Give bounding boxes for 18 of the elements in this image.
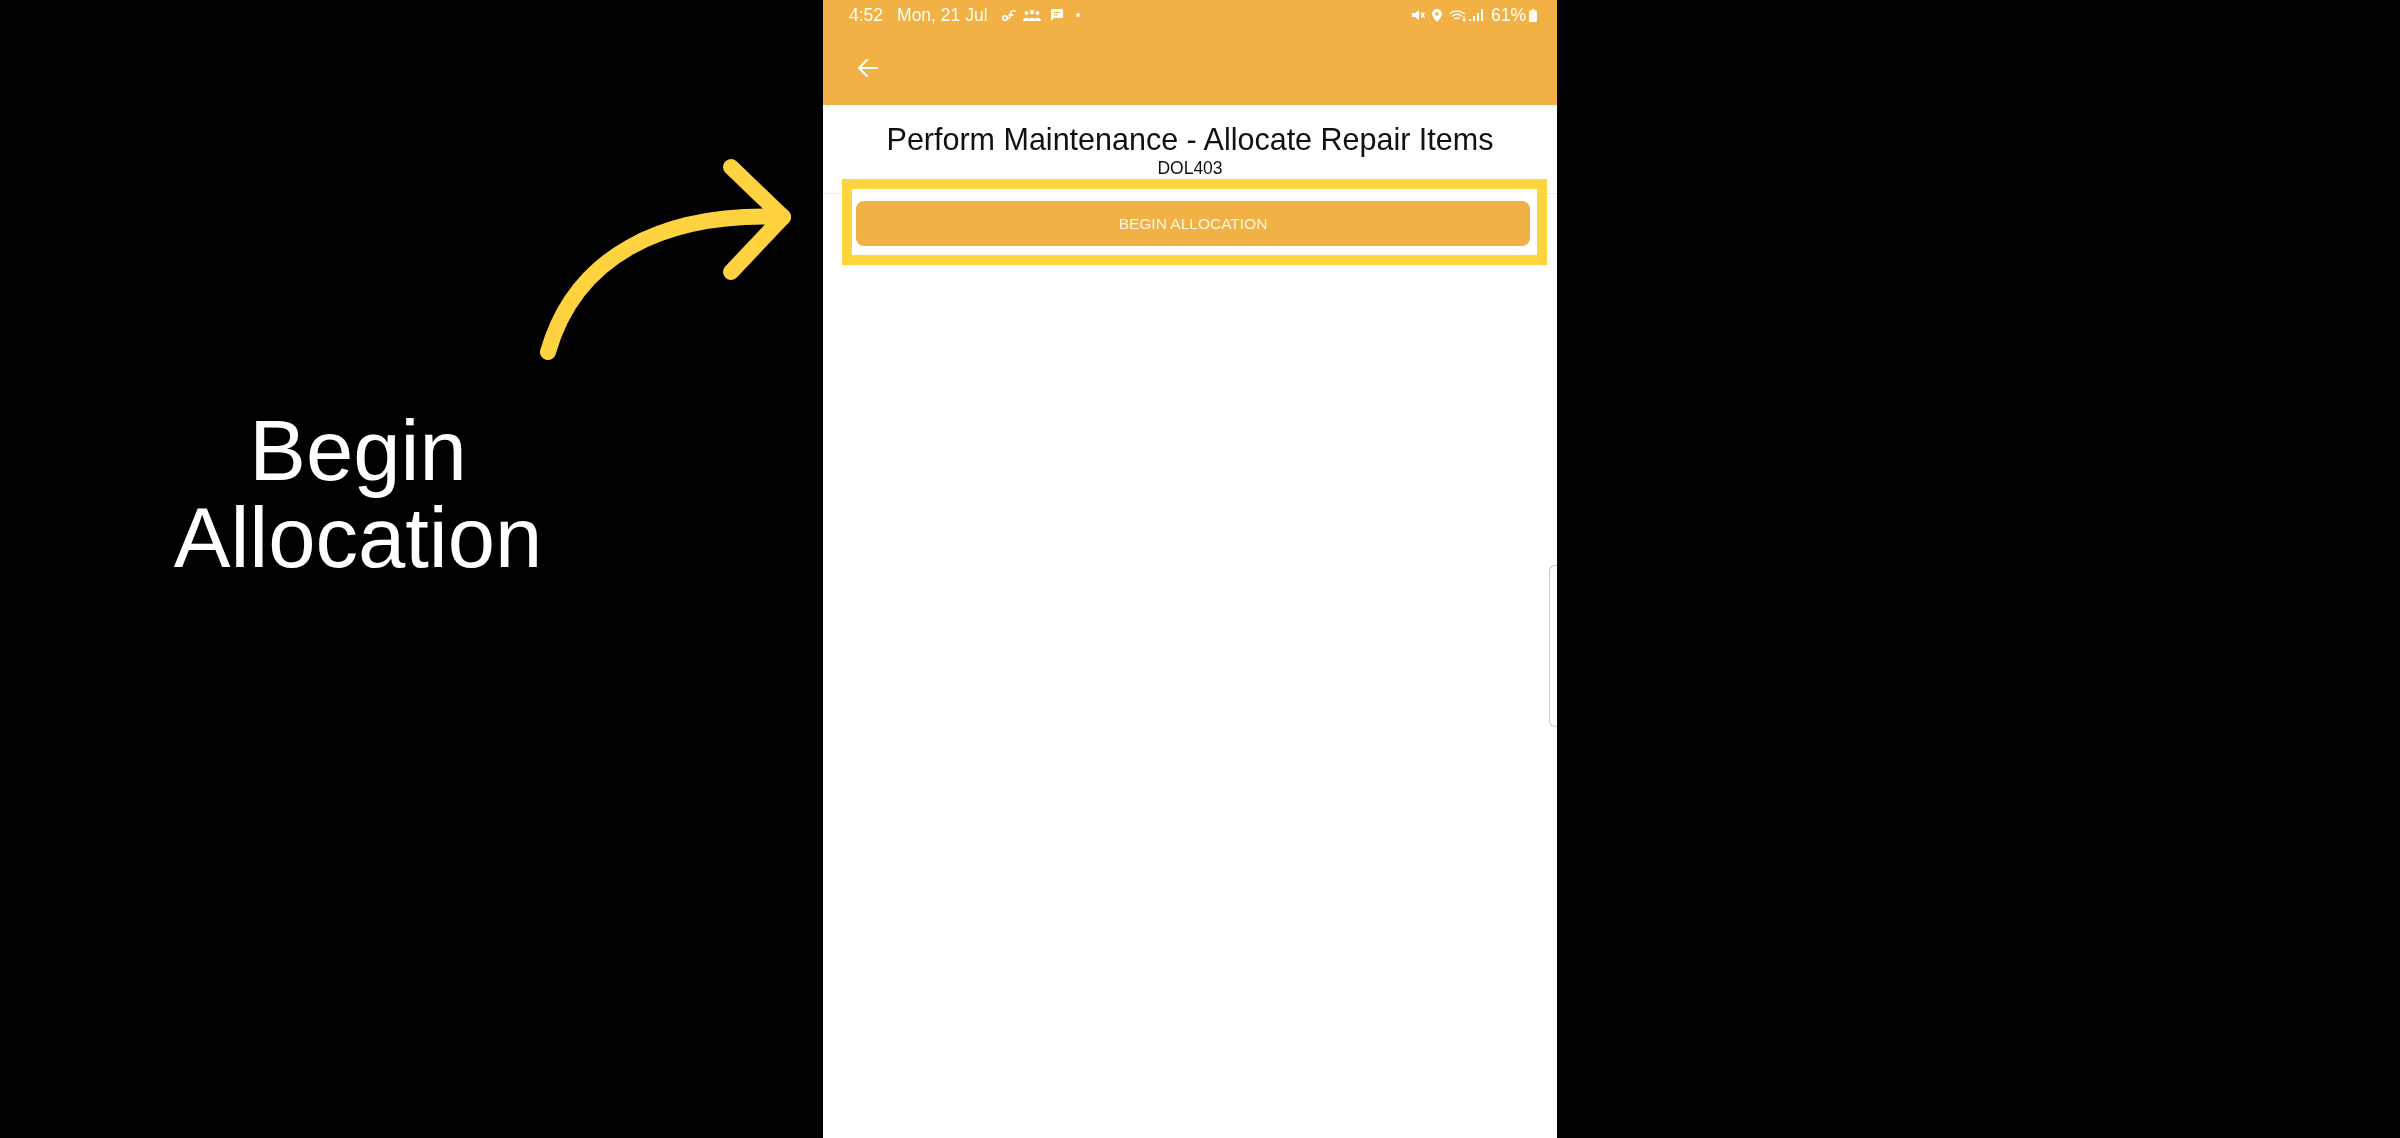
chat-icon	[1050, 9, 1063, 21]
battery-icon	[1529, 8, 1537, 22]
signal-icon	[1468, 9, 1483, 21]
annotation-caption: Begin Allocation	[172, 407, 544, 581]
page-title: Perform Maintenance - Allocate Repair Items	[885, 121, 1495, 157]
route-icon	[1001, 8, 1016, 22]
status-date: Mon, 21 Jul	[897, 4, 988, 26]
dot-icon	[1075, 13, 1080, 17]
status-time: 4:52	[849, 4, 884, 26]
location-icon	[1431, 8, 1442, 22]
back-arrow-icon[interactable]	[857, 58, 878, 77]
mute-icon	[1411, 9, 1425, 21]
battery-percent: 61%	[1490, 4, 1526, 26]
begin-allocation-button[interactable]: BEGIN ALLOCATION	[856, 201, 1530, 246]
edge-panel-handle[interactable]	[1549, 565, 1557, 727]
wifi-icon	[1448, 8, 1467, 22]
people-icon	[1022, 9, 1041, 21]
page-subtitle: DOL403	[1156, 157, 1224, 179]
